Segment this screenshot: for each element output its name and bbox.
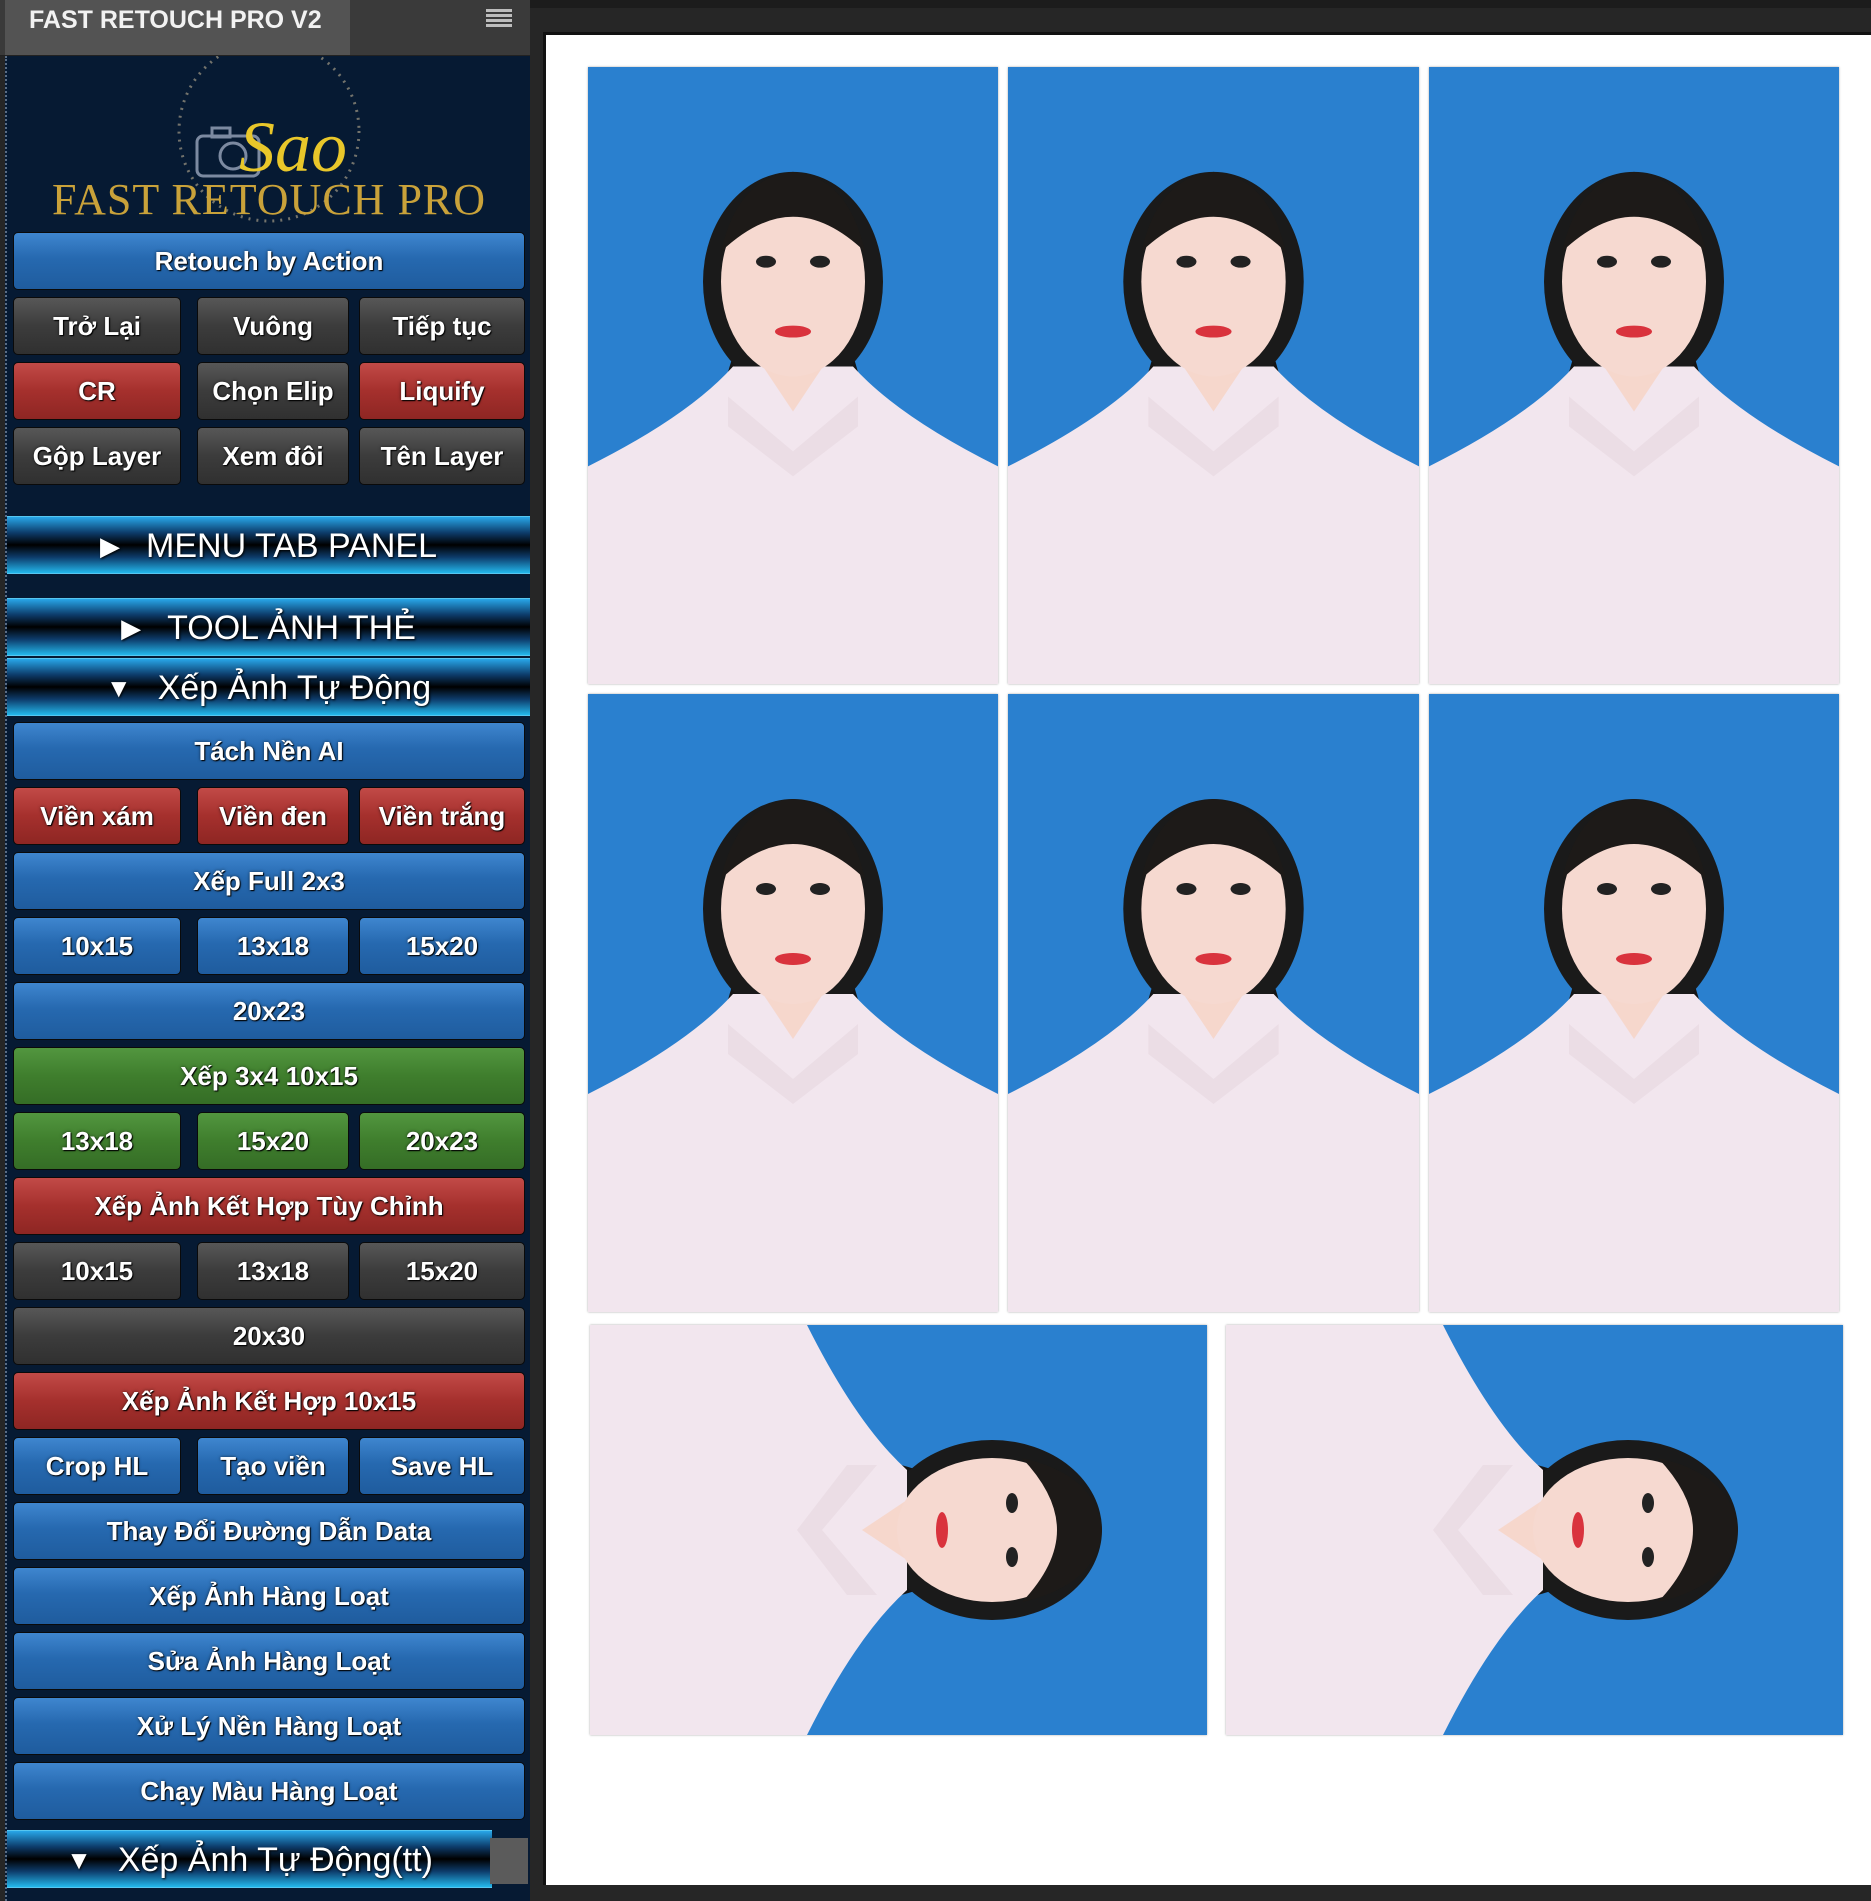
- panel-tab-fast-retouch[interactable]: FAST RETOUCH PRO V2: [5, 0, 350, 55]
- ten-layer-button[interactable]: Tên Layer: [359, 427, 525, 485]
- tuy-chinh-13x18-button[interactable]: 13x18: [197, 1242, 349, 1300]
- tiep-tuc-button[interactable]: Tiếp tục: [359, 297, 525, 355]
- hamburger-menu-icon[interactable]: [486, 9, 512, 29]
- full-10x15-button[interactable]: 10x15: [13, 917, 181, 975]
- id-photo: [1008, 67, 1419, 684]
- id-photo-rotated: [1226, 1325, 1843, 1735]
- chay-mau-hang-loat-button[interactable]: Chạy Màu Hàng Loạt: [13, 1762, 525, 1820]
- section-label: MENU TAB PANEL: [146, 527, 437, 565]
- id-photo: [1008, 694, 1419, 1312]
- vien-trang-button[interactable]: Viền trắng: [359, 787, 525, 845]
- section-xep-anh-tu-dong-tt[interactable]: ▼ Xếp Ảnh Tự Động(tt): [7, 1830, 492, 1888]
- tuy-chinh-20x30-button[interactable]: 20x30: [13, 1307, 525, 1365]
- tao-vien-button[interactable]: Tạo viền: [197, 1437, 349, 1495]
- retouch-by-action-button[interactable]: Retouch by Action: [13, 232, 525, 290]
- id-photo-rotated: [590, 1325, 1207, 1735]
- id-photo: [588, 67, 998, 684]
- tuy-chinh-10x15-button[interactable]: 10x15: [13, 1242, 181, 1300]
- xu-ly-nen-hang-loat-button[interactable]: Xử Lý Nền Hàng Loạt: [13, 1697, 525, 1755]
- full-15x20-button[interactable]: 15x20: [359, 917, 525, 975]
- section-label: Xếp Ảnh Tự Động(tt): [117, 1841, 433, 1879]
- vien-den-button[interactable]: Viền đen: [197, 787, 349, 845]
- panel-title-bar: FAST RETOUCH PRO V2: [0, 0, 535, 56]
- tach-nen-ai-button[interactable]: Tách Nền AI: [13, 722, 525, 780]
- logo-brand: FAST RETOUCH PRO: [52, 175, 486, 224]
- section-tool-anh-the[interactable]: ▶ TOOL ẢNH THẺ: [7, 598, 530, 656]
- fast-retouch-panel: Sao FAST RETOUCH PRO Retouch by Action T…: [5, 39, 530, 1901]
- tro-lai-button[interactable]: Trở Lại: [13, 297, 181, 355]
- sao-logo: Sao FAST RETOUCH PRO: [7, 39, 530, 231]
- xep-full-2x3-button[interactable]: Xếp Full 2x3: [13, 852, 525, 910]
- triangle-right-icon: ▶: [100, 531, 121, 561]
- full-13x18-button[interactable]: 13x18: [197, 917, 349, 975]
- section-xep-anh-tu-dong[interactable]: ▼ Xếp Ảnh Tự Động: [7, 658, 530, 716]
- 3x4-20x23-button[interactable]: 20x23: [359, 1112, 525, 1170]
- crop-hl-button[interactable]: Crop HL: [13, 1437, 181, 1495]
- xep-3x4-10x15-button[interactable]: Xếp 3x4 10x15: [13, 1047, 525, 1105]
- 3x4-13x18-button[interactable]: 13x18: [13, 1112, 181, 1170]
- id-photo: [1429, 67, 1839, 684]
- vien-xam-button[interactable]: Viền xám: [13, 787, 181, 845]
- id-photo: [1429, 694, 1839, 1312]
- section-label: TOOL ẢNH THẺ: [167, 609, 416, 647]
- triangle-down-icon: ▼: [105, 673, 132, 703]
- section-menu-tab-panel[interactable]: ▶ MENU TAB PANEL: [7, 516, 530, 574]
- cr-button[interactable]: CR: [13, 362, 181, 420]
- liquify-button[interactable]: Liquify: [359, 362, 525, 420]
- xep-anh-hang-loat-button[interactable]: Xếp Ảnh Hàng Loạt: [13, 1567, 525, 1625]
- tuy-chinh-15x20-button[interactable]: 15x20: [359, 1242, 525, 1300]
- triangle-down-icon: ▼: [66, 1845, 92, 1875]
- ket-hop-10x15-button[interactable]: Xếp Ảnh Kết Hợp 10x15: [13, 1372, 525, 1430]
- triangle-right-icon: ▶: [121, 613, 142, 643]
- ket-hop-tuy-chinh-button[interactable]: Xếp Ảnh Kết Hợp Tùy Chỉnh: [13, 1177, 525, 1235]
- vuong-button[interactable]: Vuông: [197, 297, 349, 355]
- save-hl-button[interactable]: Save HL: [359, 1437, 525, 1495]
- section-label: Xếp Ảnh Tự Động: [157, 669, 432, 707]
- sua-anh-hang-loat-button[interactable]: Sửa Ảnh Hàng Loạt: [13, 1632, 525, 1690]
- xem-doi-button[interactable]: Xem đôi: [197, 427, 349, 485]
- 3x4-15x20-button[interactable]: 15x20: [197, 1112, 349, 1170]
- panel-scrollbar-thumb[interactable]: [490, 1838, 528, 1884]
- id-photo: [588, 694, 998, 1312]
- full-20x23-button[interactable]: 20x23: [13, 982, 525, 1040]
- gop-layer-button[interactable]: Gộp Layer: [13, 427, 181, 485]
- thay-doi-duong-dan-button[interactable]: Thay Đổi Đường Dẫn Data: [13, 1502, 525, 1560]
- chon-elip-button[interactable]: Chọn Elip: [197, 362, 349, 420]
